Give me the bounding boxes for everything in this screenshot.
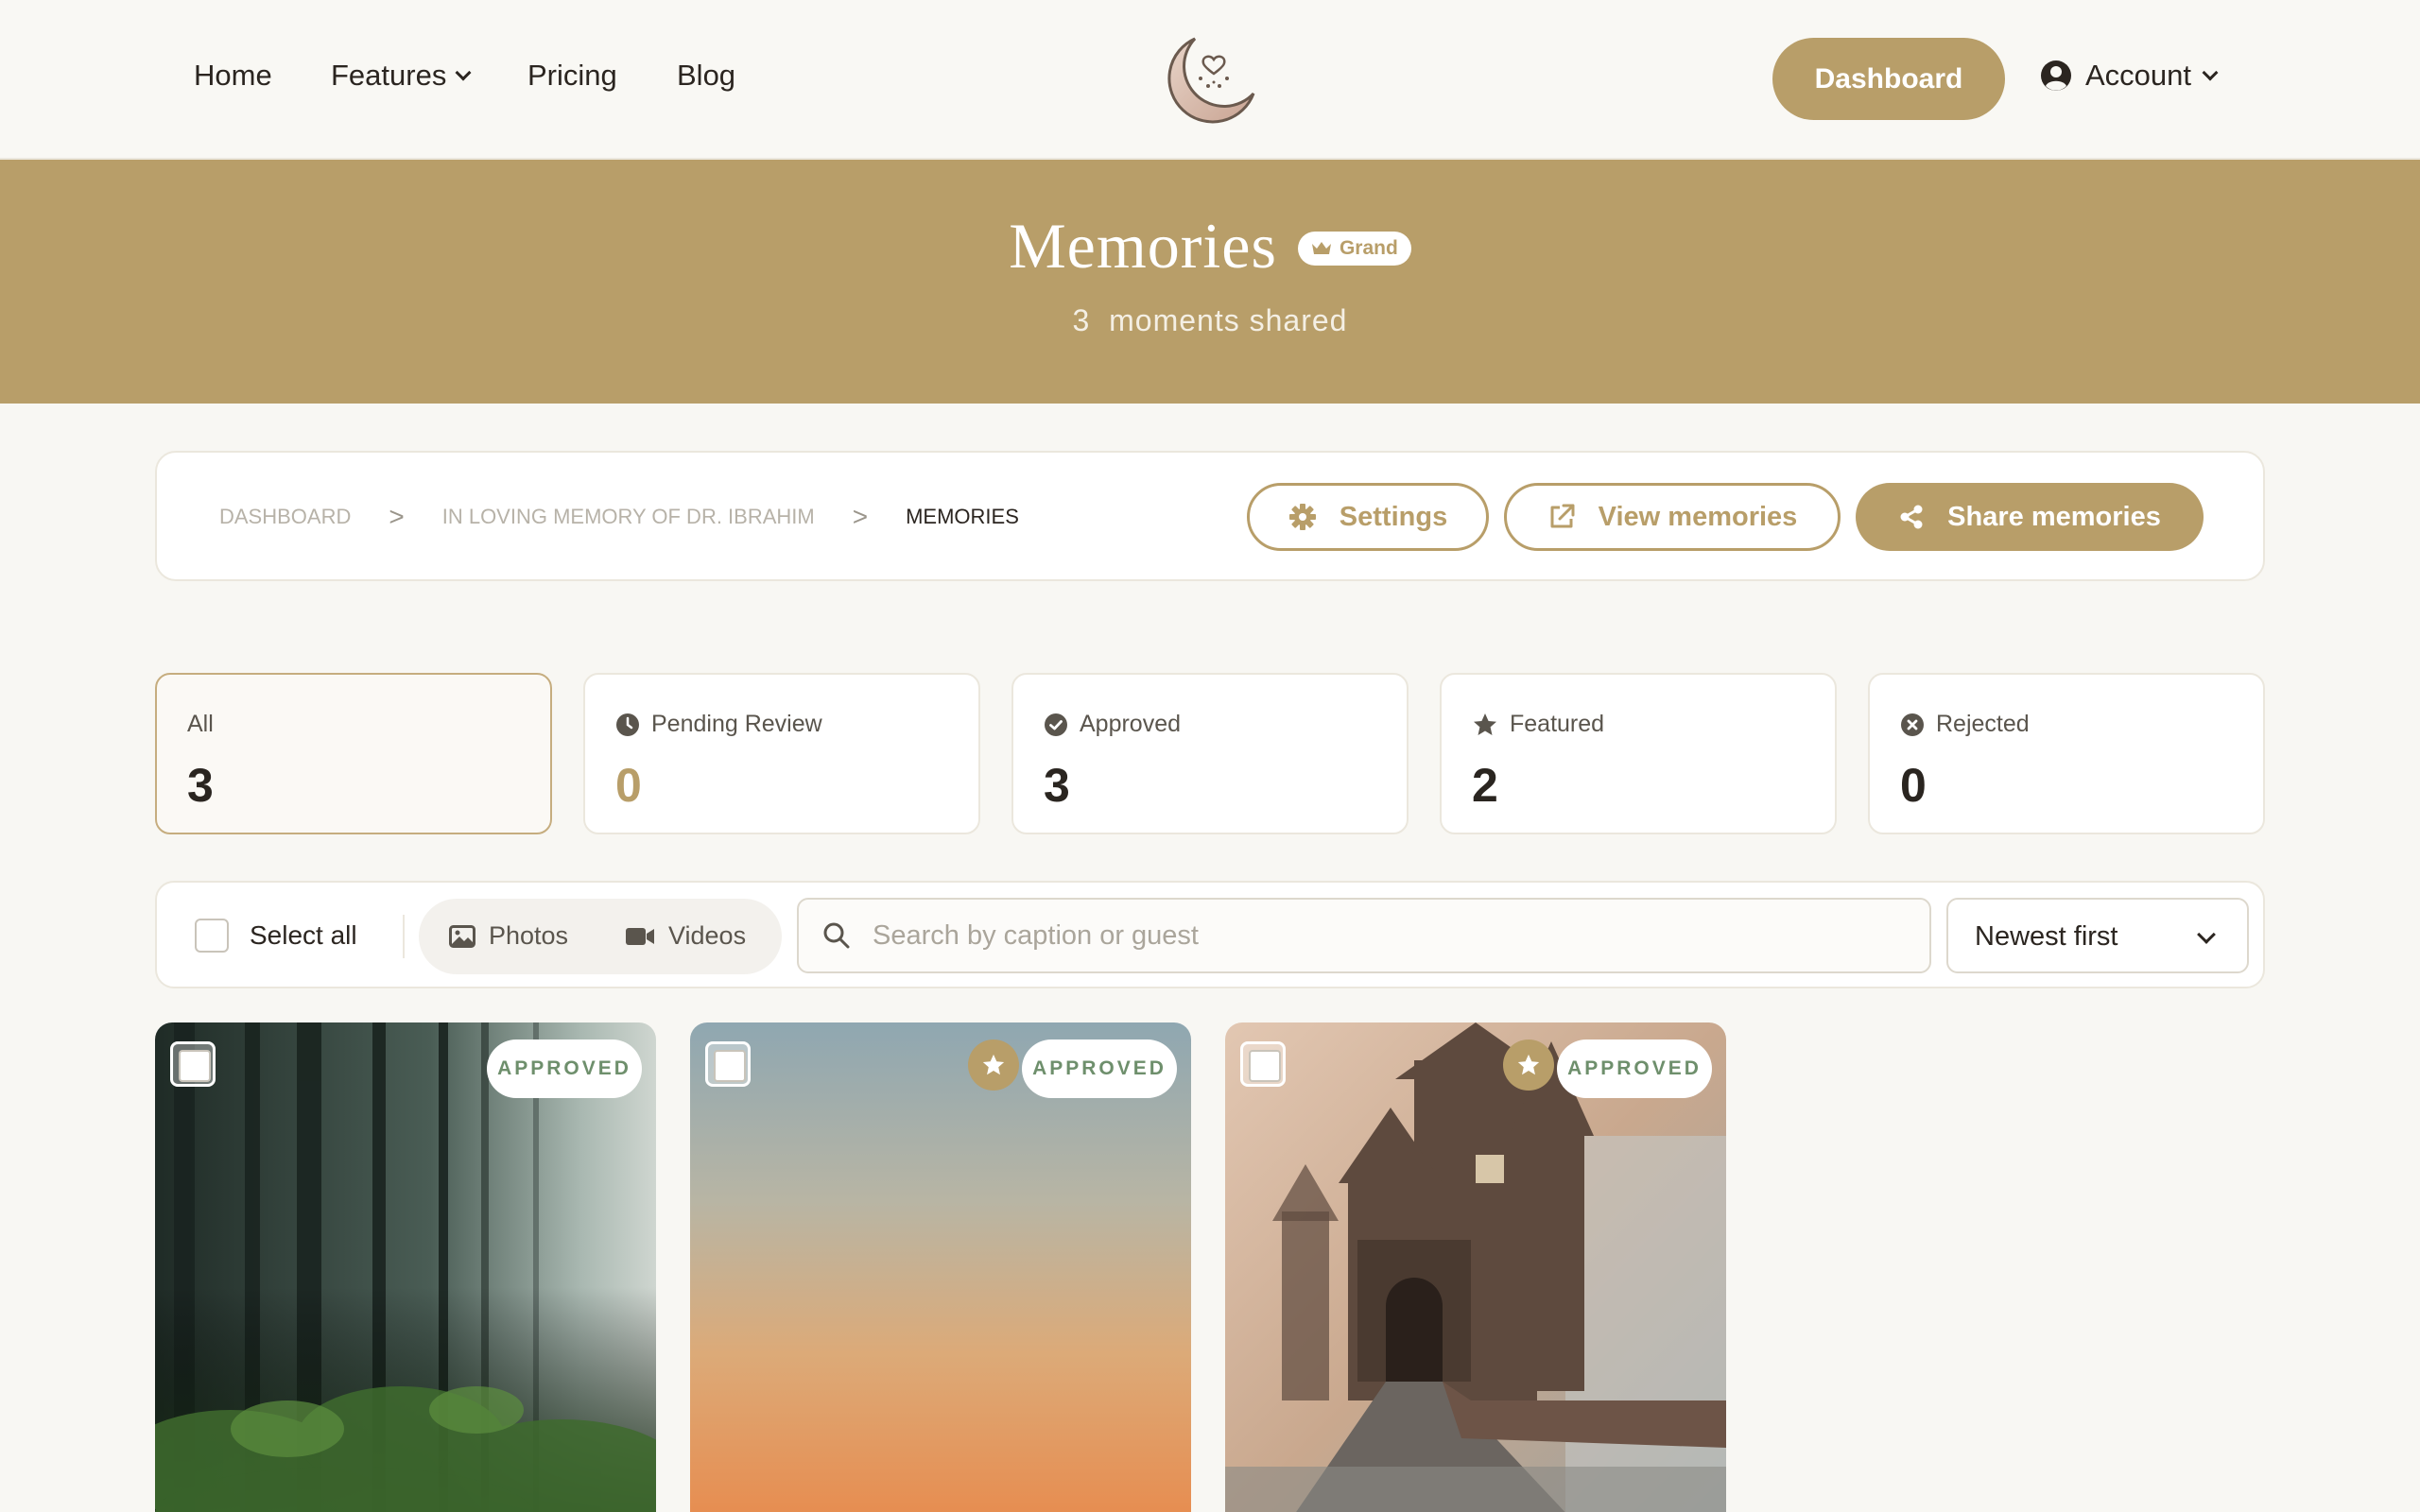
stat-card-pending-review[interactable]: Pending Review 0 <box>583 673 980 834</box>
stat-value: 0 <box>1900 759 1927 812</box>
nav-features-dropdown[interactable]: Features <box>331 59 472 93</box>
stat-label-row: Pending Review <box>615 711 822 738</box>
divider <box>403 915 405 958</box>
stat-value: 3 <box>187 759 214 812</box>
moments-count-label: moments shared <box>1109 303 1348 337</box>
status-badge: APPROVED <box>487 1040 642 1098</box>
external-link-icon <box>1550 504 1575 528</box>
media-select-checkbox[interactable] <box>170 1041 216 1087</box>
account-label: Account <box>2085 59 2192 92</box>
stat-card-featured[interactable]: Featured 2 <box>1440 673 1837 834</box>
breadcrumb-dashboard[interactable]: DASHBOARD <box>219 505 351 529</box>
page-title: Memories <box>1009 210 1277 282</box>
clock-icon <box>616 713 639 736</box>
search-icon <box>821 920 852 955</box>
status-badge: APPROVED <box>1022 1040 1177 1098</box>
share-memories-button[interactable]: Share memories <box>1856 483 2204 551</box>
nav-home-link[interactable]: Home <box>194 59 272 93</box>
view-memories-label: View memories <box>1598 501 1798 532</box>
media-card[interactable]: APPROVED <box>155 1022 656 1512</box>
stat-label: Pending Review <box>651 711 822 737</box>
filter-bar: Select all Photos Videos Search by capti… <box>155 881 2265 988</box>
settings-button[interactable]: Settings <box>1247 483 1489 551</box>
sort-select[interactable]: Newest first <box>1946 898 2249 973</box>
breadcrumb-card: DASHBOARD > IN LOVING MEMORY OF DR. IBRA… <box>155 451 2265 581</box>
stat-label: Featured <box>1510 711 1605 737</box>
nav-pricing-link[interactable]: Pricing <box>527 59 617 93</box>
stat-label-row: Approved <box>1044 711 1181 738</box>
nav-blog-link[interactable]: Blog <box>677 59 735 93</box>
crown-icon <box>1311 241 1331 254</box>
chevron-down-icon <box>2197 925 2216 944</box>
breadcrumb: DASHBOARD > IN LOVING MEMORY OF DR. IBRA… <box>219 502 1019 532</box>
photos-label: Photos <box>489 921 569 950</box>
stat-value: 3 <box>1044 759 1070 812</box>
stat-card-rejected[interactable]: Rejected 0 <box>1868 673 2265 834</box>
stat-label: Approved <box>1080 711 1182 737</box>
stat-label: Rejected <box>1936 711 2030 737</box>
chevron-down-icon <box>455 64 472 81</box>
gear-icon <box>1288 504 1316 530</box>
videos-label: Videos <box>668 921 747 950</box>
page-hero: Memories Grand 3 moments shared <box>0 160 2420 404</box>
settings-label: Settings <box>1339 501 1448 532</box>
share-icon <box>1900 505 1923 529</box>
featured-star-icon[interactable] <box>968 1040 1019 1091</box>
plan-badge-label: Grand <box>1339 236 1398 259</box>
star-icon <box>1474 713 1496 735</box>
sort-selected-value: Newest first <box>1975 921 2118 952</box>
user-circle-icon <box>2041 60 2071 91</box>
select-all-control[interactable]: Select all <box>195 919 357 953</box>
plan-badge: Grand <box>1297 231 1411 266</box>
stat-value: 0 <box>615 759 642 812</box>
check-circle-icon <box>1045 713 1067 736</box>
account-menu[interactable]: Account <box>2040 59 2219 93</box>
select-all-label: Select all <box>250 920 357 950</box>
hero-title-row: Memories Grand <box>0 209 2420 284</box>
image-icon <box>449 924 475 948</box>
stat-label-row: Rejected <box>1900 711 2030 738</box>
photos-filter-button[interactable]: Photos <box>449 921 568 951</box>
media-card[interactable]: APPROVED <box>690 1022 1191 1512</box>
stat-label-row: Featured <box>1472 711 1604 738</box>
select-all-checkbox[interactable] <box>195 919 229 953</box>
moments-count-number: 3 <box>1072 303 1091 337</box>
videos-filter-button[interactable]: Videos <box>625 921 746 951</box>
x-circle-icon <box>1901 713 1924 736</box>
stat-value: 2 <box>1472 759 1498 812</box>
status-badge: APPROVED <box>1557 1040 1712 1098</box>
chevron-down-icon <box>2202 64 2219 81</box>
view-memories-button[interactable]: View memories <box>1504 483 1841 551</box>
stat-label: All <box>187 711 214 737</box>
stat-card-approved[interactable]: Approved 3 <box>1011 673 1409 834</box>
top-navbar: Home Features Pricing Blog Dashboard Acc… <box>0 0 2420 160</box>
nav-features-label: Features <box>331 59 447 92</box>
video-camera-icon <box>626 927 654 945</box>
breadcrumb-current: MEMORIES <box>906 505 1019 528</box>
search-box <box>797 898 1931 973</box>
media-select-checkbox[interactable] <box>1240 1041 1286 1087</box>
moments-count: 3 moments shared <box>0 303 2420 338</box>
search-input[interactable] <box>873 913 1912 958</box>
breadcrumb-event[interactable]: IN LOVING MEMORY OF DR. IBRAHIM <box>442 505 815 529</box>
media-card[interactable]: APPROVED <box>1225 1022 1726 1512</box>
media-type-toggle: Photos Videos <box>419 899 782 974</box>
dashboard-button[interactable]: Dashboard <box>1772 38 2005 120</box>
moon-heart-logo-icon[interactable] <box>1159 31 1257 129</box>
breadcrumb-separator: > <box>852 502 869 531</box>
media-select-checkbox[interactable] <box>705 1041 751 1087</box>
featured-star-icon[interactable] <box>1503 1040 1554 1091</box>
breadcrumb-separator: > <box>389 502 405 531</box>
share-memories-label: Share memories <box>1947 501 2161 532</box>
stat-card-all[interactable]: All 3 <box>155 673 552 834</box>
